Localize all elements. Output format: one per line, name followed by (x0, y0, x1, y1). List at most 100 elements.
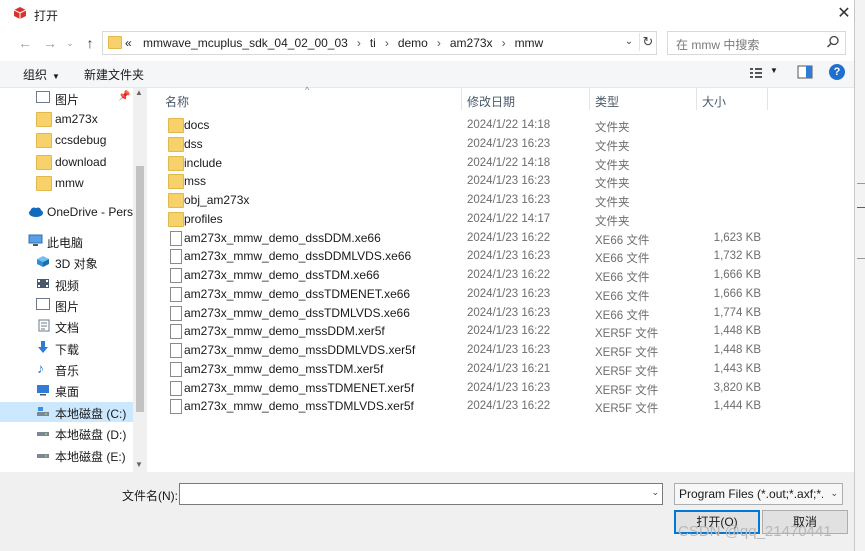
pin-icon[interactable]: 📌 (118, 91, 130, 102)
organize-menu[interactable]: 组织 ▼ (23, 66, 60, 83)
column-divider[interactable] (461, 88, 462, 110)
nav-item-music[interactable]: ♪ 音乐 (0, 359, 133, 379)
file-row[interactable]: am273x_mmw_demo_dssDDM.xe66 2024/1/23 16:… (150, 229, 854, 248)
file-name: am273x_mmw_demo_dssDDM.xe66 (184, 230, 381, 245)
chevron-down-icon[interactable]: ⌄ (651, 487, 659, 498)
filename-input[interactable]: ⌄ (179, 483, 663, 505)
nav-item-pictures[interactable]: 图片 (0, 295, 133, 315)
view-options-icon[interactable] (749, 66, 763, 80)
file-row[interactable]: am273x_mmw_demo_mssTDMENET.xer5f 2024/1/2… (150, 379, 854, 398)
nav-item-downloads[interactable]: 下载 (0, 338, 133, 358)
file-size: 1,448 KB (713, 325, 761, 338)
folder-icon (36, 155, 52, 170)
nav-item-drive-c[interactable]: 本地磁盘 (C:) (0, 402, 133, 422)
close-icon[interactable]: ✕ (833, 3, 855, 25)
nav-item-documents[interactable]: 文档 (0, 316, 133, 336)
address-bar[interactable]: « mmwave_mcuplus_sdk_04_02_00_03 › ti › demo… (102, 31, 657, 55)
refresh-icon[interactable]: ↻ (639, 33, 656, 51)
nav-item-am273x[interactable]: am273x (0, 109, 133, 129)
folder-row[interactable]: obj_am273x 2024/1/23 16:23 文件夹 (150, 191, 854, 210)
search-input[interactable]: 在 mmw 中搜索 (676, 36, 759, 53)
file-row[interactable]: am273x_mmw_demo_mssTDM.xer5f 2024/1/23 16… (150, 360, 854, 379)
file-size: 3,820 KB (713, 381, 761, 394)
file-row[interactable]: am273x_mmw_demo_dssTDMENET.xe66 2024/1/23… (150, 285, 854, 304)
search-box[interactable]: 在 mmw 中搜索 (667, 31, 846, 55)
nav-item-onedrive[interactable]: OneDrive - Perso (0, 202, 140, 222)
breadcrumb-item[interactable]: am273x (450, 36, 493, 50)
scrollbar-thumb[interactable] (136, 166, 144, 412)
folder-row[interactable]: mss 2024/1/23 16:23 文件夹 (150, 172, 854, 191)
column-divider[interactable] (696, 88, 697, 110)
chevron-right-icon[interactable]: › (493, 36, 515, 50)
address-dropdown-icon[interactable]: ⌄ (623, 34, 635, 50)
column-divider[interactable] (767, 88, 768, 110)
file-row[interactable]: am273x_mmw_demo_dssTDMLVDS.xe66 2024/1/23… (150, 304, 854, 323)
nav-item-mmw[interactable]: mmw (0, 173, 133, 193)
breadcrumb-item[interactable]: mmw (515, 36, 544, 50)
search-icon[interactable] (825, 34, 841, 50)
file-type: XE66 文件 (595, 272, 650, 284)
video-icon (37, 279, 49, 288)
column-divider[interactable] (589, 88, 590, 110)
file-row[interactable]: am273x_mmw_demo_mssTDMLVDS.xer5f 2024/1/2… (150, 397, 854, 416)
recent-locations-chevron-icon[interactable]: ⌄ (61, 34, 79, 52)
chevron-down-icon[interactable]: ⌄ (830, 488, 838, 499)
file-name: am273x_mmw_demo_dssDDMLVDS.xe66 (184, 249, 412, 264)
folder-row[interactable]: dss 2024/1/23 16:23 文件夹 (150, 135, 854, 154)
folder-row[interactable]: profiles 2024/1/22 14:17 文件夹 (150, 210, 854, 229)
nav-item-download[interactable]: download (0, 152, 133, 172)
file-row[interactable]: am273x_mmw_demo_mssDDMLVDS.xer5f 2024/1/2… (150, 341, 854, 360)
breadcrumb-item[interactable]: ti (370, 36, 376, 50)
scroll-down-icon[interactable]: ▼ (135, 460, 143, 469)
folder-icon (36, 133, 52, 148)
column-size[interactable]: 大小 (702, 93, 726, 110)
nav-item-videos[interactable]: 视频 (0, 274, 133, 294)
breadcrumb-item[interactable]: mmwave_mcuplus_sdk_04_02_00_03 (135, 36, 348, 50)
column-date[interactable]: 修改日期 (467, 93, 515, 110)
preview-pane-icon[interactable] (797, 65, 813, 79)
file-type-filter[interactable]: Program Files (*.out;*.axf;*.x* ⌄ (674, 483, 843, 505)
file-row[interactable]: am273x_mmw_demo_dssDDMLVDS.xe66 2024/1/23… (150, 247, 854, 266)
caret-down-icon: ▼ (52, 72, 60, 81)
file-icon (170, 305, 182, 321)
file-type: XER5F 文件 (595, 403, 659, 416)
new-folder-button[interactable]: 新建文件夹 (84, 66, 144, 83)
folder-row[interactable]: docs 2024/1/22 14:18 文件夹 (150, 116, 854, 135)
breadcrumb-overflow[interactable]: « (125, 36, 132, 50)
file-type: 文件夹 (595, 215, 630, 228)
nav-scrollbar[interactable]: ▲ ▼ (133, 88, 147, 472)
forward-arrow-icon[interactable]: → (41, 34, 59, 52)
background-window-edge (855, 0, 865, 551)
chevron-right-icon[interactable]: › (376, 36, 398, 50)
file-size: 1,774 KB (713, 306, 761, 319)
help-icon[interactable]: ? (829, 64, 845, 80)
file-date: 2024/1/23 16:22 (467, 231, 551, 244)
column-name[interactable]: 名称 (165, 93, 189, 110)
nav-item-3d-objects[interactable]: 3D 对象 (0, 252, 133, 272)
command-bar: 组织 ▼ 新建文件夹 ▼ ? (0, 61, 854, 88)
nav-item-drive-d[interactable]: 本地磁盘 (D:) (0, 423, 133, 443)
file-row[interactable]: am273x_mmw_demo_dssTDM.xe66 2024/1/23 16:… (150, 266, 854, 285)
file-size: 1,666 KB (713, 269, 761, 281)
file-name: am273x_mmw_demo_mssTDMLVDS.xer5f (184, 399, 414, 414)
up-arrow-icon[interactable]: ↑ (81, 34, 99, 52)
nav-item-this-pc[interactable]: 此电脑 (0, 231, 133, 251)
nav-item-pictures-pinned[interactable]: 图片 📌 (0, 88, 133, 108)
scroll-up-icon[interactable]: ▲ (135, 88, 143, 97)
breadcrumb-item[interactable]: demo (398, 36, 428, 50)
column-type[interactable]: 类型 (595, 93, 619, 110)
folder-icon (168, 118, 184, 133)
back-arrow-icon[interactable]: ← (16, 34, 34, 52)
nav-item-desktop[interactable]: 桌面 (0, 380, 133, 400)
file-icon (170, 324, 182, 340)
nav-item-drive-e[interactable]: 本地磁盘 (E:) (0, 445, 133, 465)
drive-icon (37, 432, 49, 436)
folder-row[interactable]: include 2024/1/22 14:18 文件夹 (150, 154, 854, 173)
chevron-right-icon[interactable]: › (348, 36, 370, 50)
file-row[interactable]: am273x_mmw_demo_mssDDM.xer5f 2024/1/23 16… (150, 322, 854, 341)
view-caret-down-icon[interactable]: ▼ (770, 66, 778, 75)
music-icon: ♪ (37, 360, 44, 376)
nav-item-ccsdebug[interactable]: ccsdebug (0, 130, 133, 150)
folder-icon (36, 112, 52, 127)
chevron-right-icon[interactable]: › (428, 36, 450, 50)
